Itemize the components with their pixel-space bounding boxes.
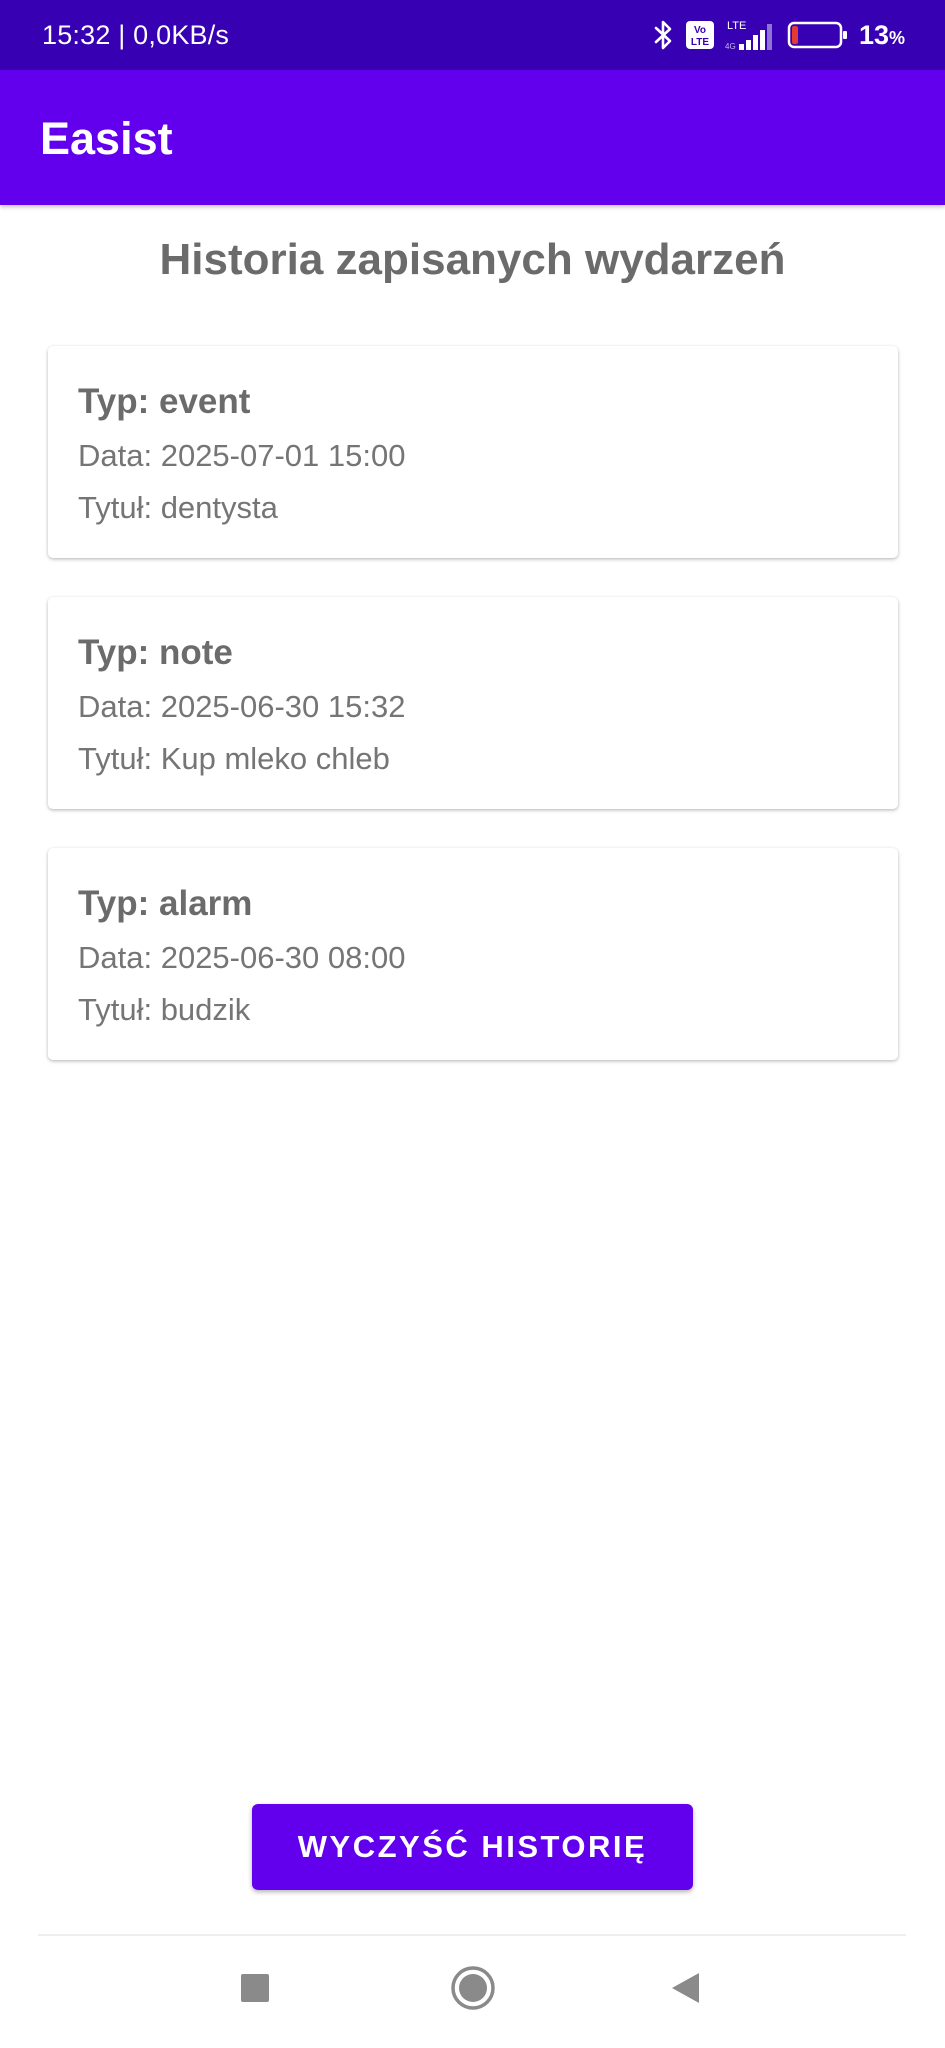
battery-icon [787,20,849,50]
page-title: Historia zapisanych wydarzeń [159,235,786,284]
app-bar: Easist [0,70,945,205]
home-button[interactable] [443,1960,503,2020]
event-date: Data: 2025-07-01 15:00 [78,438,406,473]
event-title: Tytuł: Kup mleko chleb [78,741,390,776]
volte-icon: Vo LTE [685,20,715,50]
event-title: Tytuł: budzik [78,992,251,1027]
battery-percentage: 13% [858,19,905,50]
back-button[interactable] [655,1960,715,2020]
navigation-bar [0,1936,945,2048]
signal-strength-icon: LTE 4G [725,18,777,52]
history-card: Typ: note Data: 2025-06-30 15:32 Tytuł: … [48,597,898,809]
status-time-speed: 15:32 | 0,0KB/s [42,20,230,50]
svg-text:LTE: LTE [691,37,709,48]
history-card: Typ: alarm Data: 2025-06-30 08:00 Tytuł:… [48,848,898,1060]
triangle-back-icon [669,1971,701,2010]
event-title: Tytuł: dentysta [78,490,278,525]
event-type: Typ: alarm [78,884,253,923]
svg-text:4G: 4G [725,42,736,51]
circle-icon [450,1965,496,2016]
event-type: Typ: note [78,633,233,672]
clear-history-button[interactable]: WYCZYŚĆ HISTORIĘ [252,1804,693,1890]
svg-text:Vo: Vo [694,25,706,36]
app-title: Easist [40,113,173,164]
status-icons: Vo LTE LTE 4G 13% [653,0,905,70]
bluetooth-icon [653,19,675,51]
recents-button[interactable] [225,1960,285,2020]
square-icon [240,1973,270,2008]
history-card: Typ: event Data: 2025-07-01 15:00 Tytuł:… [48,346,898,558]
status-bar: 15:32 | 0,0KB/s Vo LTE LTE 4G 13% [0,0,945,70]
event-date: Data: 2025-06-30 08:00 [78,940,406,975]
event-date: Data: 2025-06-30 15:32 [78,689,406,724]
svg-text:LTE: LTE [727,20,746,32]
event-type: Typ: event [78,382,251,421]
